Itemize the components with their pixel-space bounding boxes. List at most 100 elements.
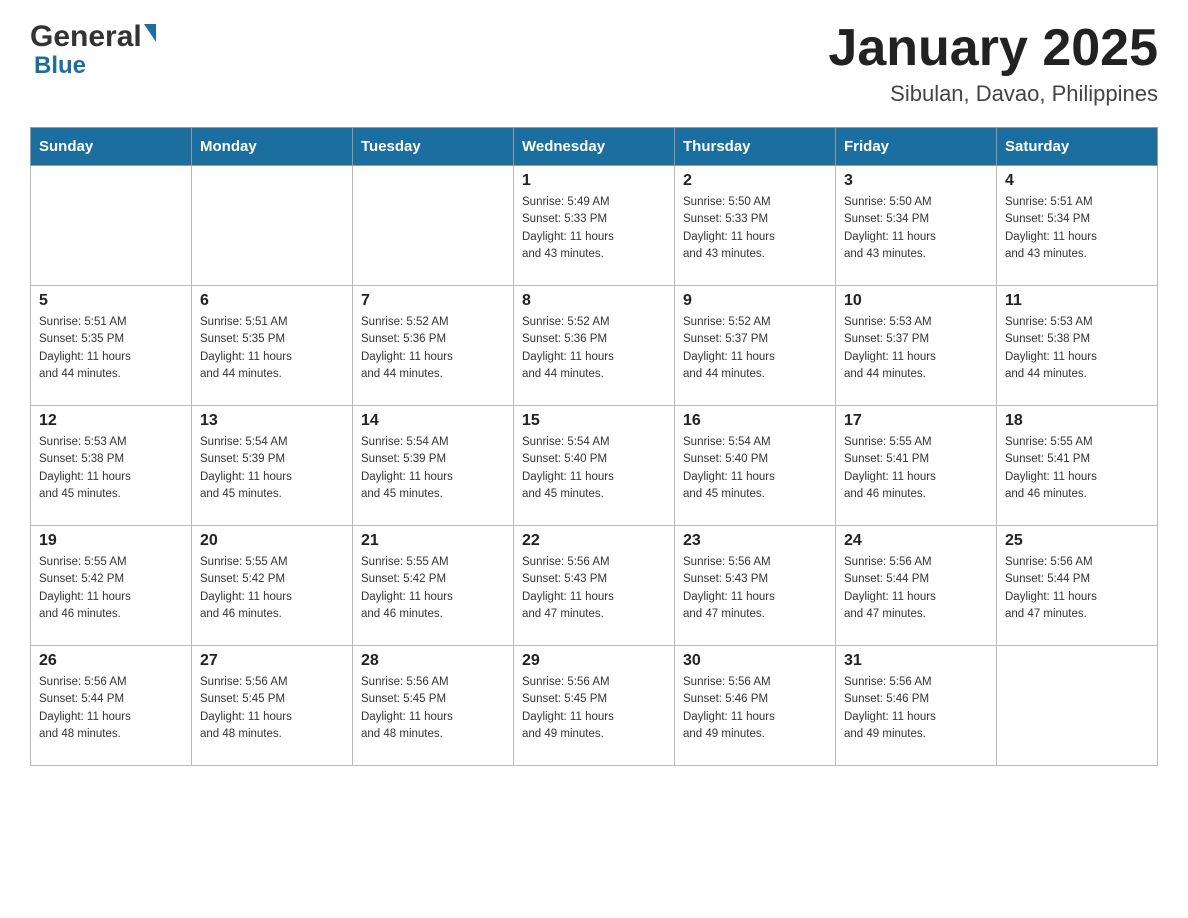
cell-sun-info: Sunrise: 5:53 AMSunset: 5:37 PMDaylight:… bbox=[844, 314, 988, 383]
cell-date-number: 5 bbox=[39, 292, 183, 310]
calendar-cell: 13 Sunrise: 5:54 AMSunset: 5:39 PMDayligh… bbox=[192, 406, 353, 526]
day-header-wednesday: Wednesday bbox=[514, 128, 675, 166]
cell-sun-info: Sunrise: 5:51 AMSunset: 5:34 PMDaylight:… bbox=[1005, 194, 1149, 263]
calendar-cell: 1 Sunrise: 5:49 AMSunset: 5:33 PMDaylight… bbox=[514, 166, 675, 286]
calendar-cell: 27 Sunrise: 5:56 AMSunset: 5:45 PMDayligh… bbox=[192, 646, 353, 766]
page-header: General Blue January 2025 Sibulan, Davao… bbox=[30, 20, 1158, 107]
cell-date-number: 29 bbox=[522, 652, 666, 670]
cell-date-number: 24 bbox=[844, 532, 988, 550]
cell-sun-info: Sunrise: 5:56 AMSunset: 5:46 PMDaylight:… bbox=[844, 674, 988, 743]
logo: General Blue bbox=[30, 20, 156, 80]
calendar-cell: 9 Sunrise: 5:52 AMSunset: 5:37 PMDaylight… bbox=[675, 286, 836, 406]
cell-sun-info: Sunrise: 5:55 AMSunset: 5:41 PMDaylight:… bbox=[1005, 434, 1149, 503]
cell-sun-info: Sunrise: 5:55 AMSunset: 5:42 PMDaylight:… bbox=[39, 554, 183, 623]
cell-sun-info: Sunrise: 5:54 AMSunset: 5:40 PMDaylight:… bbox=[683, 434, 827, 503]
week-row-1: 1 Sunrise: 5:49 AMSunset: 5:33 PMDaylight… bbox=[31, 166, 1158, 286]
calendar-table: SundayMondayTuesdayWednesdayThursdayFrid… bbox=[30, 127, 1158, 766]
cell-date-number: 20 bbox=[200, 532, 344, 550]
cell-sun-info: Sunrise: 5:52 AMSunset: 5:36 PMDaylight:… bbox=[361, 314, 505, 383]
calendar-cell bbox=[997, 646, 1158, 766]
cell-sun-info: Sunrise: 5:54 AMSunset: 5:40 PMDaylight:… bbox=[522, 434, 666, 503]
cell-date-number: 19 bbox=[39, 532, 183, 550]
cell-date-number: 27 bbox=[200, 652, 344, 670]
calendar-cell: 31Sunrise: 5:56 AMSunset: 5:46 PMDayligh… bbox=[836, 646, 997, 766]
cell-sun-info: Sunrise: 5:52 AMSunset: 5:37 PMDaylight:… bbox=[683, 314, 827, 383]
cell-date-number: 22 bbox=[522, 532, 666, 550]
day-header-tuesday: Tuesday bbox=[353, 128, 514, 166]
week-row-4: 19 Sunrise: 5:55 AMSunset: 5:42 PMDayligh… bbox=[31, 526, 1158, 646]
cell-sun-info: Sunrise: 5:56 AMSunset: 5:44 PMDaylight:… bbox=[844, 554, 988, 623]
calendar-cell: 28Sunrise: 5:56 AMSunset: 5:45 PMDayligh… bbox=[353, 646, 514, 766]
logo-general-text: General bbox=[30, 20, 142, 54]
calendar-cell: 12 Sunrise: 5:53 AMSunset: 5:38 PMDayligh… bbox=[31, 406, 192, 526]
cell-date-number: 23 bbox=[683, 532, 827, 550]
cell-sun-info: Sunrise: 5:51 AMSunset: 5:35 PMDaylight:… bbox=[200, 314, 344, 383]
calendar-cell: 17Sunrise: 5:55 AMSunset: 5:41 PMDayligh… bbox=[836, 406, 997, 526]
cell-date-number: 28 bbox=[361, 652, 505, 670]
cell-sun-info: Sunrise: 5:56 AMSunset: 5:43 PMDaylight:… bbox=[522, 554, 666, 623]
calendar-cell: 4Sunrise: 5:51 AMSunset: 5:34 PMDaylight… bbox=[997, 166, 1158, 286]
cell-date-number: 13 bbox=[200, 412, 344, 430]
cell-sun-info: Sunrise: 5:49 AMSunset: 5:33 PMDaylight:… bbox=[522, 194, 666, 263]
cell-date-number: 11 bbox=[1005, 292, 1149, 310]
cell-sun-info: Sunrise: 5:50 AMSunset: 5:34 PMDaylight:… bbox=[844, 194, 988, 263]
calendar-cell: 7 Sunrise: 5:52 AMSunset: 5:36 PMDaylight… bbox=[353, 286, 514, 406]
cell-sun-info: Sunrise: 5:54 AMSunset: 5:39 PMDaylight:… bbox=[200, 434, 344, 503]
cell-date-number: 30 bbox=[683, 652, 827, 670]
cell-date-number: 2 bbox=[683, 172, 827, 190]
calendar-cell: 30 Sunrise: 5:56 AMSunset: 5:46 PMDayligh… bbox=[675, 646, 836, 766]
cell-date-number: 12 bbox=[39, 412, 183, 430]
day-header-monday: Monday bbox=[192, 128, 353, 166]
cell-sun-info: Sunrise: 5:56 AMSunset: 5:43 PMDaylight:… bbox=[683, 554, 827, 623]
cell-date-number: 25 bbox=[1005, 532, 1149, 550]
calendar-header: SundayMondayTuesdayWednesdayThursdayFrid… bbox=[31, 128, 1158, 166]
calendar-cell: 6 Sunrise: 5:51 AMSunset: 5:35 PMDaylight… bbox=[192, 286, 353, 406]
calendar-cell: 14Sunrise: 5:54 AMSunset: 5:39 PMDayligh… bbox=[353, 406, 514, 526]
week-row-3: 12 Sunrise: 5:53 AMSunset: 5:38 PMDayligh… bbox=[31, 406, 1158, 526]
cell-date-number: 9 bbox=[683, 292, 827, 310]
page-subtitle: Sibulan, Davao, Philippines bbox=[828, 81, 1158, 107]
cell-sun-info: Sunrise: 5:51 AMSunset: 5:35 PMDaylight:… bbox=[39, 314, 183, 383]
title-block: January 2025 Sibulan, Davao, Philippines bbox=[828, 20, 1158, 107]
cell-date-number: 18 bbox=[1005, 412, 1149, 430]
cell-sun-info: Sunrise: 5:53 AMSunset: 5:38 PMDaylight:… bbox=[39, 434, 183, 503]
cell-date-number: 3 bbox=[844, 172, 988, 190]
day-header-thursday: Thursday bbox=[675, 128, 836, 166]
calendar-cell: 2 Sunrise: 5:50 AMSunset: 5:33 PMDaylight… bbox=[675, 166, 836, 286]
cell-sun-info: Sunrise: 5:55 AMSunset: 5:41 PMDaylight:… bbox=[844, 434, 988, 503]
cell-sun-info: Sunrise: 5:56 AMSunset: 5:46 PMDaylight:… bbox=[683, 674, 827, 743]
cell-date-number: 6 bbox=[200, 292, 344, 310]
calendar-cell: 10 Sunrise: 5:53 AMSunset: 5:37 PMDayligh… bbox=[836, 286, 997, 406]
day-header-sunday: Sunday bbox=[31, 128, 192, 166]
cell-sun-info: Sunrise: 5:55 AMSunset: 5:42 PMDaylight:… bbox=[200, 554, 344, 623]
calendar-cell: 5 Sunrise: 5:51 AMSunset: 5:35 PMDaylight… bbox=[31, 286, 192, 406]
cell-date-number: 10 bbox=[844, 292, 988, 310]
page-title: January 2025 bbox=[828, 20, 1158, 77]
cell-sun-info: Sunrise: 5:56 AMSunset: 5:45 PMDaylight:… bbox=[200, 674, 344, 743]
cell-sun-info: Sunrise: 5:55 AMSunset: 5:42 PMDaylight:… bbox=[361, 554, 505, 623]
cell-sun-info: Sunrise: 5:56 AMSunset: 5:44 PMDaylight:… bbox=[1005, 554, 1149, 623]
week-row-5: 26Sunrise: 5:56 AMSunset: 5:44 PMDayligh… bbox=[31, 646, 1158, 766]
calendar-cell: 3 Sunrise: 5:50 AMSunset: 5:34 PMDaylight… bbox=[836, 166, 997, 286]
cell-sun-info: Sunrise: 5:50 AMSunset: 5:33 PMDaylight:… bbox=[683, 194, 827, 263]
calendar-cell: 23 Sunrise: 5:56 AMSunset: 5:43 PMDayligh… bbox=[675, 526, 836, 646]
cell-sun-info: Sunrise: 5:52 AMSunset: 5:36 PMDaylight:… bbox=[522, 314, 666, 383]
cell-date-number: 26 bbox=[39, 652, 183, 670]
cell-date-number: 8 bbox=[522, 292, 666, 310]
cell-date-number: 21 bbox=[361, 532, 505, 550]
calendar-cell: 11Sunrise: 5:53 AMSunset: 5:38 PMDayligh… bbox=[997, 286, 1158, 406]
calendar-cell bbox=[31, 166, 192, 286]
week-row-2: 5 Sunrise: 5:51 AMSunset: 5:35 PMDaylight… bbox=[31, 286, 1158, 406]
calendar-cell bbox=[192, 166, 353, 286]
logo-triangle-icon bbox=[144, 24, 156, 42]
day-header-friday: Friday bbox=[836, 128, 997, 166]
cell-date-number: 1 bbox=[522, 172, 666, 190]
calendar-cell: 24 Sunrise: 5:56 AMSunset: 5:44 PMDayligh… bbox=[836, 526, 997, 646]
day-headers-row: SundayMondayTuesdayWednesdayThursdayFrid… bbox=[31, 128, 1158, 166]
logo-blue-text: Blue bbox=[34, 52, 86, 80]
calendar-cell: 18 Sunrise: 5:55 AMSunset: 5:41 PMDayligh… bbox=[997, 406, 1158, 526]
calendar-cell: 22 Sunrise: 5:56 AMSunset: 5:43 PMDayligh… bbox=[514, 526, 675, 646]
cell-sun-info: Sunrise: 5:56 AMSunset: 5:45 PMDaylight:… bbox=[522, 674, 666, 743]
cell-date-number: 7 bbox=[361, 292, 505, 310]
calendar-cell: 15Sunrise: 5:54 AMSunset: 5:40 PMDayligh… bbox=[514, 406, 675, 526]
